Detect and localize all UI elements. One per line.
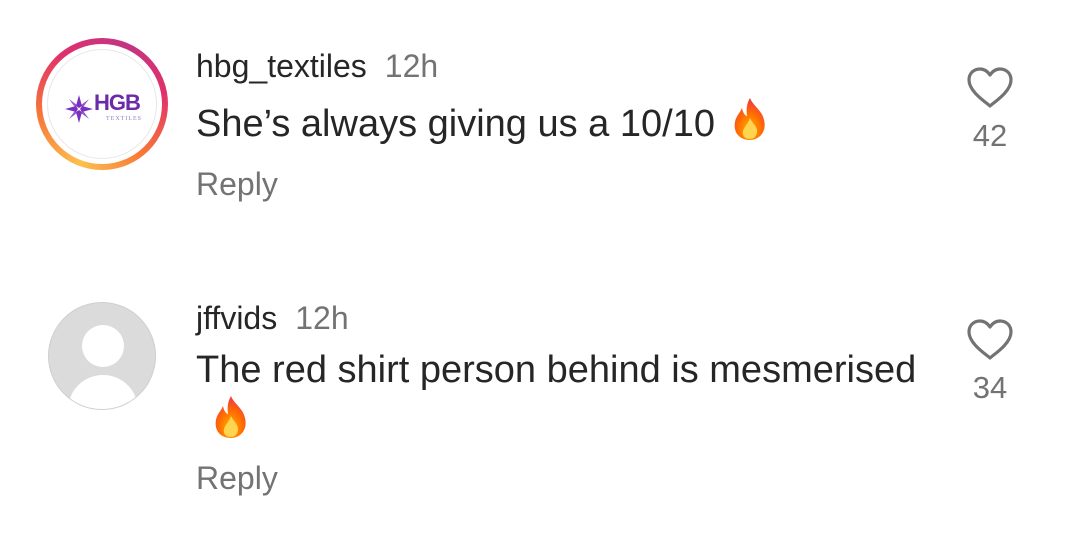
comment-meta: hbg_textiles 12h: [196, 46, 920, 86]
timestamp: 12h: [384, 48, 439, 84]
default-profile-icon: [48, 302, 156, 410]
username[interactable]: jffvids: [196, 300, 277, 336]
comment-item: jffvids 12h The red shirt person behind i…: [0, 260, 1080, 537]
comment-meta: jffvids 12h: [196, 298, 920, 338]
comment-item: HGB TEXTILES hbg_textiles 12h She’s alway…: [0, 0, 1080, 260]
comment-text: The red shirt person behind is mesmerise…: [196, 346, 920, 446]
fire-emoji: [734, 98, 765, 140]
reply-button[interactable]: Reply: [196, 460, 278, 497]
logo-text: HGB: [94, 90, 141, 115]
avatar[interactable]: HGB TEXTILES: [36, 38, 168, 170]
logo-subtext: TEXTILES: [106, 116, 142, 122]
fire-emoji: [215, 396, 246, 438]
heart-outline-icon[interactable]: [965, 66, 1015, 110]
flower-logo-icon: [65, 95, 93, 123]
comment-body: jffvids 12h The red shirt person behind i…: [196, 298, 920, 497]
comment-body: hbg_textiles 12h She’s always giving us a…: [196, 46, 920, 203]
like-control: 34: [950, 318, 1030, 406]
timestamp: 12h: [295, 300, 349, 336]
story-ring[interactable]: HGB TEXTILES: [36, 38, 168, 170]
username[interactable]: hbg_textiles: [196, 48, 367, 84]
comment-text-content: She’s always giving us a 10/10: [196, 103, 715, 145]
heart-outline-icon[interactable]: [965, 318, 1015, 362]
comment-text: She’s always giving us a 10/10: [196, 96, 920, 148]
reply-button[interactable]: Reply: [196, 166, 278, 203]
like-count: 34: [972, 370, 1008, 405]
brand-logo: HGB TEXTILES: [47, 49, 157, 159]
like-control: 42: [950, 66, 1030, 154]
avatar[interactable]: [48, 302, 156, 410]
comment-text-content: The red shirt person behind is mesmerise…: [196, 349, 917, 391]
like-count: 42: [972, 118, 1008, 153]
